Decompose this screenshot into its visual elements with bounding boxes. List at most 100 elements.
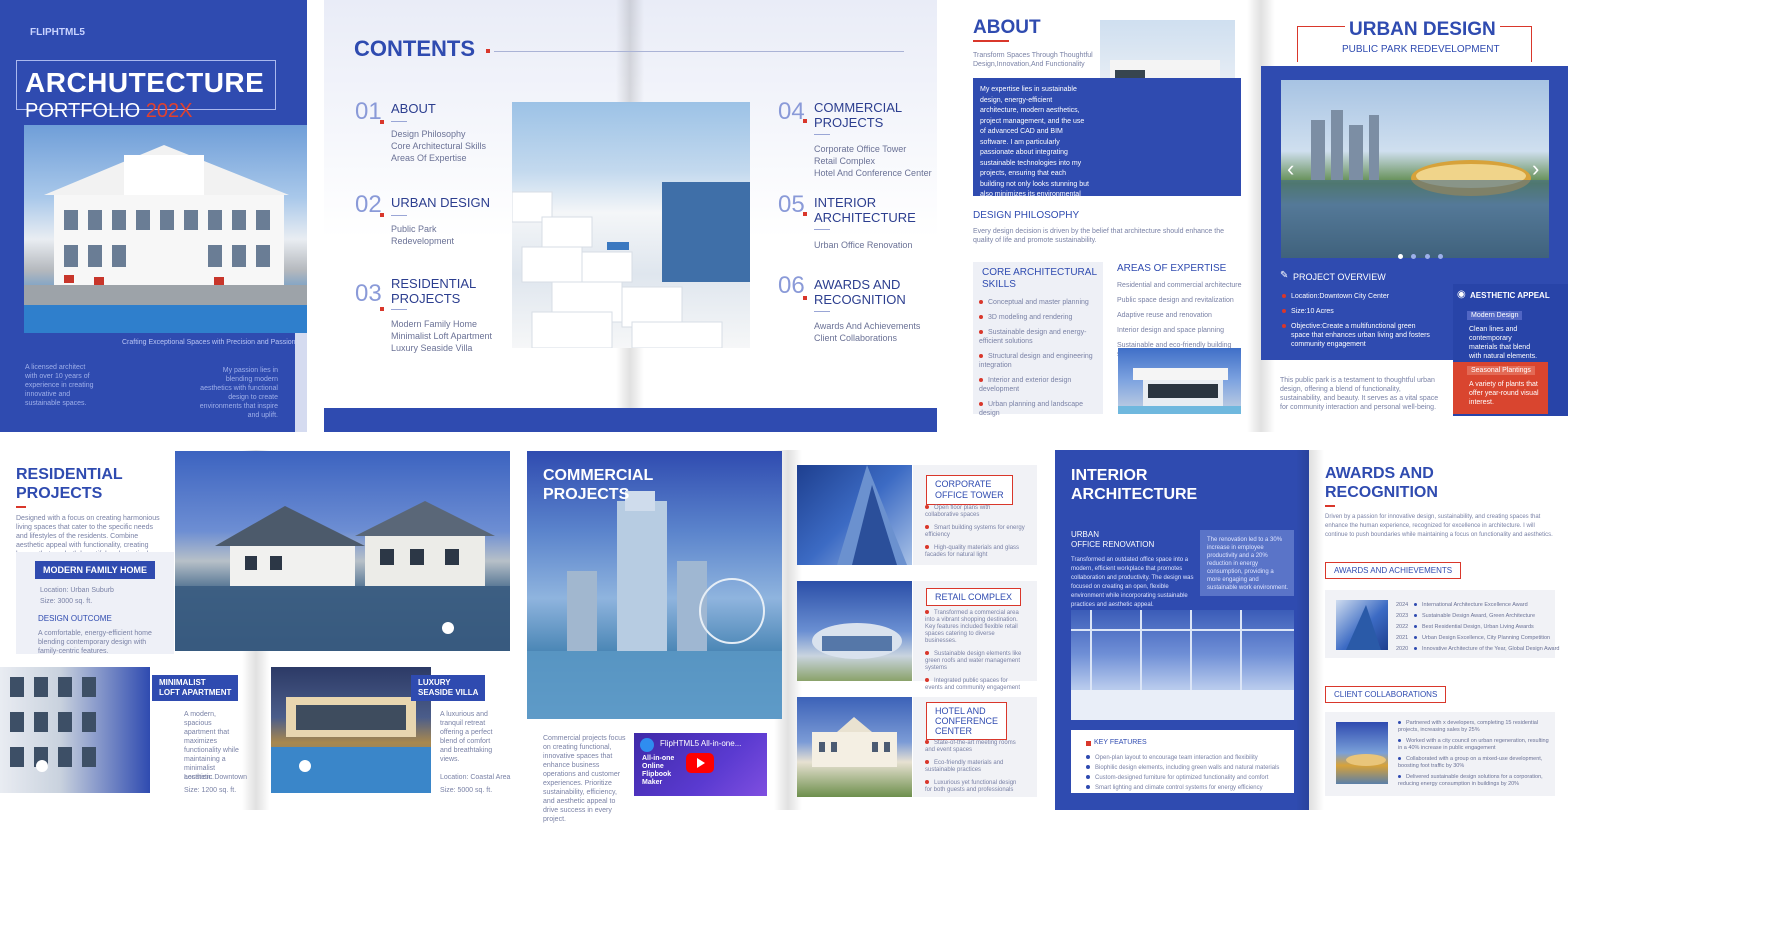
toc-subs-commercial: Corporate Office Tower Retail Complex Ho… (814, 144, 932, 178)
achievement-row: 2023 Sustainable Design Award, Green Arch… (1396, 611, 1560, 622)
skill-item: Urban planning and landscape design (979, 400, 1099, 418)
about-blue-text: My expertise lies in sustainable design,… (980, 86, 1089, 209)
toc-number-04: 04 (778, 98, 805, 125)
toc-item-about[interactable]: ABOUT (391, 101, 436, 116)
collab-text: Collaborated with a group on a mixed-use… (1398, 756, 1543, 769)
toc-subs-residential: Modern Family Home Minimalist Loft Apart… (391, 319, 493, 353)
urban-carousel-next-icon[interactable]: › (1532, 156, 1539, 182)
toc-divider-02 (391, 215, 407, 216)
office-tower-label: CORPORATE OFFICE TOWER (926, 475, 1013, 505)
urban-carousel-prev-icon[interactable]: ‹ (1287, 156, 1294, 182)
achievement-row: 2020 Innovative Architecture of the Year,… (1396, 644, 1560, 655)
design-philosophy-text: Every design decision is driven by the b… (973, 228, 1224, 244)
collab-item: Collaborated with a group on a mixed-use… (1398, 756, 1553, 770)
seasonal-text: A variety of plants that offer year-roun… (1469, 381, 1539, 406)
bullet-dot (1414, 603, 1417, 607)
bullet-dot (1282, 294, 1286, 299)
bullet-item: Eco-friendly materials and sustainable p… (925, 760, 1025, 774)
skill-item: Structural design and engineering integr… (979, 352, 1099, 370)
bullet-item: Integrated public spaces for events and … (925, 678, 1025, 692)
residential-house-photo (175, 451, 510, 651)
urban-park-photo (1281, 80, 1549, 258)
project-overview-title: PROJECT OVERVIEW (1293, 272, 1386, 282)
residential-slide-dot[interactable] (442, 622, 454, 634)
skill-item: Interior and exterior design development (979, 376, 1099, 394)
toc-item-residential[interactable]: RESIDENTIAL PROJECTS (391, 276, 476, 306)
bullet-dot (1398, 721, 1401, 725)
youtube-play-icon[interactable] (686, 753, 714, 773)
bullet-dot (925, 545, 929, 550)
expertise-item: Interior design and space planning (1117, 327, 1225, 334)
achievement-text: International Architecture Excellence Aw… (1422, 602, 1528, 608)
feature-text: Biophilic design elements, including gre… (1095, 765, 1280, 771)
hotel-label: HOTEL AND CONFERENCE CENTER (926, 702, 1008, 740)
toc-subs-about: Design Philosophy Core Architectural Ski… (391, 129, 487, 163)
overview-item: Location:Downtown City Center (1282, 292, 1432, 301)
contents-title: CONTENTS (354, 36, 475, 61)
bullet-dot (1414, 614, 1417, 618)
carousel-dot[interactable] (1411, 254, 1417, 259)
residential-title: RESIDENTIAL PROJECTS (16, 466, 123, 502)
modern-design-label: Modern Design (1467, 311, 1523, 320)
carousel-dot[interactable] (1424, 254, 1430, 259)
loft-size: Size: 1200 sq. ft. (184, 787, 237, 794)
carousel-dot-active[interactable] (1398, 254, 1403, 259)
feature-text: Smart lighting and climate control syste… (1095, 785, 1263, 791)
bullet-text: Eco-friendly materials and sustainable p… (925, 760, 1004, 773)
expertise-house-drawing (1118, 368, 1241, 414)
contents-bottom-bar (324, 408, 937, 432)
toc-subs-urban: Public Park Redevelopment (391, 224, 455, 246)
skill-item: Conceptual and master planning (979, 298, 1099, 307)
urban-carousel-dots[interactable] (1398, 246, 1444, 264)
carousel-dot[interactable] (1438, 254, 1444, 259)
cover-tagline: Crafting Exceptional Spaces with Precisi… (122, 339, 296, 346)
bullet-dot (925, 651, 929, 656)
retail-complex-drawing (812, 623, 902, 659)
toc-divider-06 (814, 311, 830, 312)
modern-design-text: Clean lines and contemporary materials t… (1469, 326, 1538, 360)
video-embed[interactable]: FlipHTML5 All-in-one... All-in-one Onlin… (634, 733, 767, 796)
bullet-text: High-quality materials and glass facades… (925, 545, 1020, 558)
bullet-dot (1398, 739, 1401, 743)
toc-number-06: 06 (778, 272, 805, 299)
interior-text: Transformed an outdated office space int… (1071, 557, 1194, 608)
interior-title: INTERIOR ARCHITECTURE (1071, 467, 1198, 503)
feature-text: Custom-designed furniture for optimized … (1095, 775, 1269, 781)
bullet-dot (1282, 309, 1286, 314)
bullet-dot (1414, 625, 1417, 629)
achievement-row: 2022 Best Residential Design, Urban Livin… (1396, 622, 1560, 633)
contents-rule (494, 51, 904, 52)
achievement-year: 2022 (1396, 624, 1409, 630)
achievement-year: 2023 (1396, 613, 1409, 619)
aesthetic-title: AESTHETIC APPEAL (1470, 291, 1550, 300)
seasonal-label: Seasonal Plantings (1467, 366, 1535, 375)
awards-title: AWARDS AND RECOGNITION (1325, 465, 1438, 501)
video-title: FlipHTML5 All-in-one... (660, 739, 742, 748)
villa-slide-dot[interactable] (299, 760, 311, 772)
toc-item-interior[interactable]: INTERIOR ARCHITECTURE (814, 195, 916, 225)
toc-item-commercial[interactable]: COMMERCIAL PROJECTS (814, 100, 902, 130)
toc-marker-01 (380, 120, 384, 124)
bullet-dot (979, 378, 983, 383)
skills-title: CORE ARCHITECTURAL SKILLS (982, 267, 1097, 290)
collab-item: Worked with a city council on urban rege… (1398, 738, 1553, 752)
toc-item-urban-design[interactable]: URBAN DESIGN (391, 195, 490, 210)
cover-right-blurb: My passion lies in blending modern aesth… (199, 367, 278, 419)
overview-text: Objective:Create a multifunctional green… (1291, 323, 1430, 348)
loft-drawing (10, 677, 96, 767)
bullet-dot (1414, 636, 1417, 640)
collab-item: Partnered with x developers, completing … (1398, 720, 1553, 734)
skill-text: Conceptual and master planning (988, 299, 1089, 306)
cover-subtitle-year: 202X (145, 100, 193, 122)
design-philosophy-title: DESIGN PHILOSOPHY (973, 210, 1080, 221)
toc-item-awards[interactable]: AWARDS AND RECOGNITION (814, 277, 906, 307)
design-outcome-title: DESIGN OUTCOME (38, 614, 112, 623)
skill-text: Urban planning and landscape design (979, 401, 1083, 417)
bullet-dot (979, 402, 983, 407)
loft-slide-dot[interactable] (36, 760, 48, 772)
bullet-dot (925, 678, 929, 683)
bullet-dot (979, 354, 983, 359)
expertise-item: Public space design and revitalization (1117, 297, 1234, 304)
overview-item: Size:10 Acres (1282, 307, 1432, 316)
residential-house-drawing (175, 501, 510, 651)
